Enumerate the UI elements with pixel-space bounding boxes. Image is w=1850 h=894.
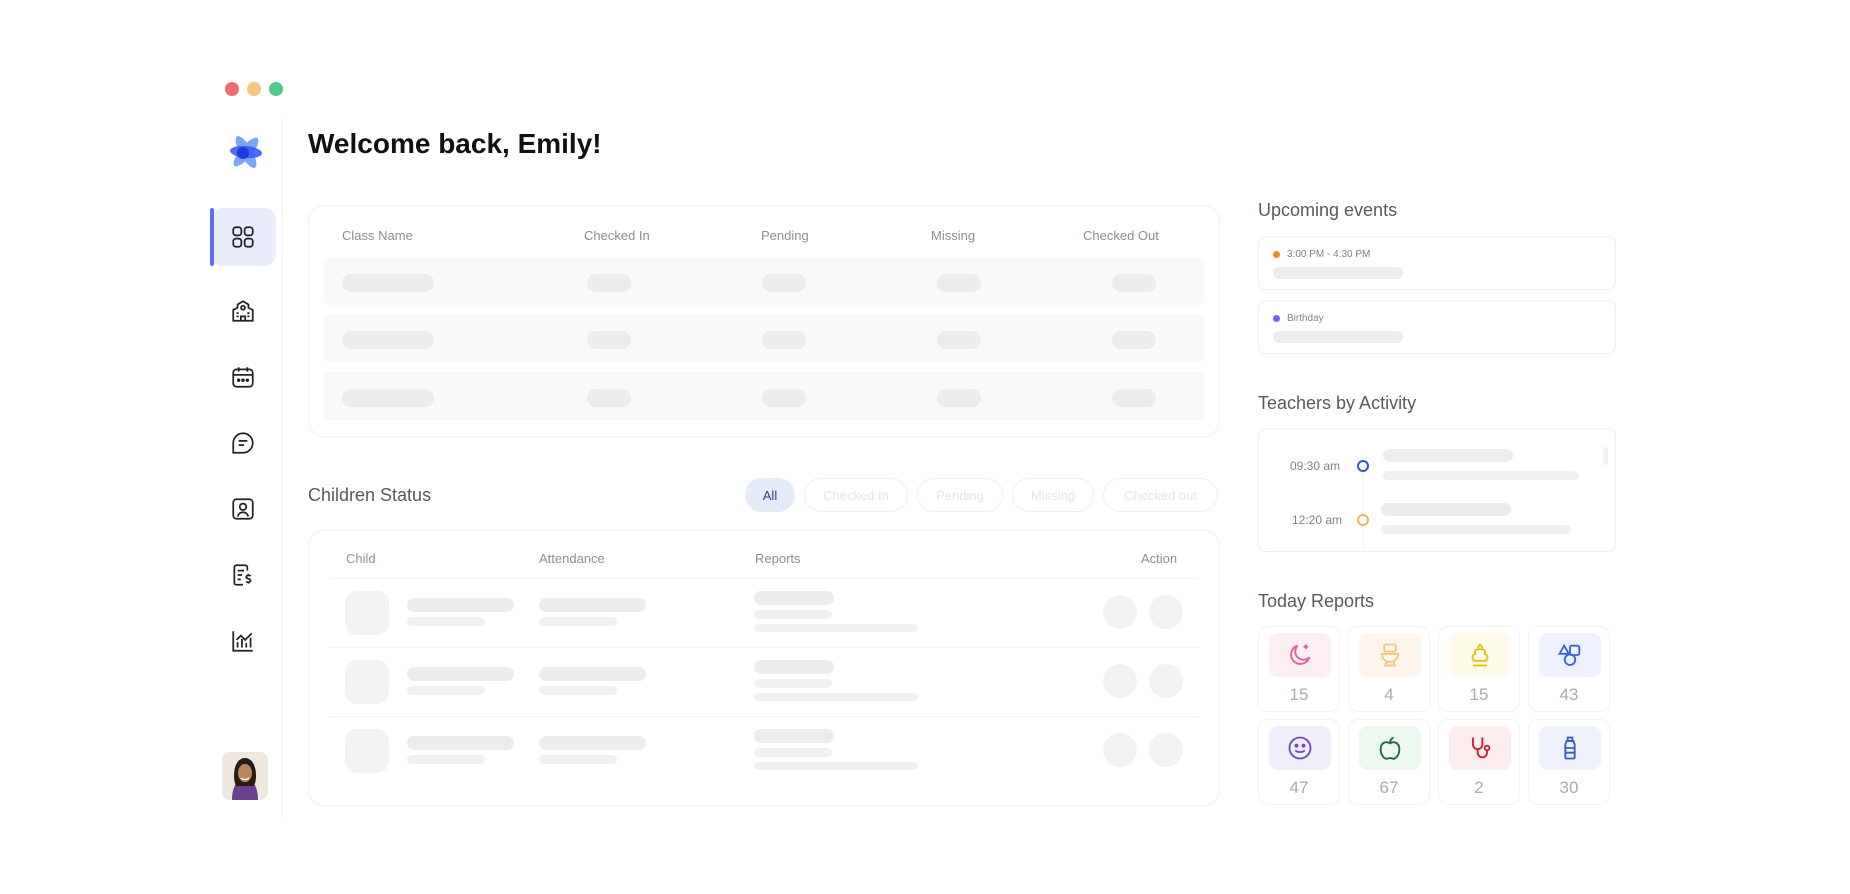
sidebar-item-dashboard[interactable] (210, 208, 276, 266)
table-row[interactable] (309, 717, 1219, 785)
report-tile-potty[interactable]: 15 (1438, 626, 1520, 712)
teachers-activity-timeline: 09:30 am 12:20 am (1258, 428, 1616, 552)
row-action-button[interactable] (1149, 733, 1183, 767)
teachers-activity-title: Teachers by Activity (1258, 393, 1417, 413)
event-name: Birthday (1287, 313, 1324, 324)
report-tile-meal[interactable]: 67 (1348, 719, 1430, 805)
event-time: 3:00 PM - 4:30 PM (1287, 249, 1371, 260)
page-title: Welcome back, Emily! (308, 128, 602, 159)
report-count: 15 (1289, 685, 1309, 704)
report-tile-mood[interactable]: 47 (1258, 719, 1340, 805)
column-header-checked-out: Checked Out (1083, 228, 1159, 243)
report-tile-bottle[interactable]: 30 (1528, 719, 1610, 805)
report-count: 43 (1559, 685, 1579, 704)
moon-sleep-icon (1290, 644, 1311, 665)
table-row[interactable] (324, 314, 1204, 362)
report-tile-activity[interactable]: 43 (1528, 626, 1610, 712)
stethoscope-health-icon (1472, 737, 1491, 759)
column-header-attendance: Attendance (539, 551, 605, 566)
table-row[interactable] (324, 257, 1204, 305)
event-card[interactable]: Birthday (1258, 300, 1616, 354)
school-building-icon (232, 300, 254, 322)
column-header-child: Child (346, 551, 376, 566)
billing-document-icon (233, 564, 252, 586)
report-count: 15 (1469, 685, 1489, 704)
event-status-dot (1273, 315, 1280, 322)
calendar-icon (232, 367, 254, 388)
table-row[interactable] (309, 648, 1219, 716)
event-status-dot (1273, 251, 1280, 258)
dashboard-grid-icon (232, 226, 254, 248)
sidebar-item-analytics[interactable] (210, 612, 276, 670)
upcoming-events-title: Upcoming events (1258, 200, 1398, 220)
sidebar-item-billing[interactable] (210, 546, 276, 604)
children-status-title: Children Status (308, 485, 432, 505)
activity-time: 09:30 am (1290, 459, 1341, 473)
report-count: 30 (1559, 778, 1579, 797)
activity-marker (1357, 460, 1369, 472)
sidebar-item-school[interactable] (210, 282, 276, 340)
event-card[interactable]: 3:00 PM - 4:30 PM (1258, 236, 1616, 290)
sidebar-active-indicator (210, 208, 214, 266)
sidebar-item-contacts[interactable] (210, 480, 276, 538)
table-row[interactable] (324, 372, 1204, 420)
report-count: 67 (1379, 778, 1399, 797)
row-action-button[interactable] (1103, 733, 1137, 767)
column-header-checked-in: Checked In (584, 228, 650, 243)
user-avatar[interactable] (222, 752, 268, 800)
window-close-button[interactable] (225, 82, 239, 96)
apple-meal-icon (1379, 736, 1401, 760)
report-count: 4 (1384, 685, 1394, 704)
column-header-reports: Reports (755, 551, 801, 566)
sidebar-divider (282, 118, 283, 818)
sidebar-item-calendar[interactable] (210, 348, 276, 406)
analytics-chart-icon (232, 631, 253, 652)
window-maximize-button[interactable] (269, 82, 283, 96)
report-count: 2 (1474, 778, 1484, 797)
report-tile-sleep[interactable]: 15 (1258, 626, 1340, 712)
filter-pending[interactable]: Pending (917, 478, 1003, 512)
activity-marker (1357, 514, 1369, 526)
filter-checked-out[interactable]: Checked out (1103, 478, 1218, 512)
filter-missing[interactable]: Missing (1012, 478, 1094, 512)
report-tile-toilet[interactable]: 4 (1348, 626, 1430, 712)
filter-checked-in[interactable]: Checked In (804, 478, 908, 512)
activity-time: 12:20 am (1292, 513, 1343, 527)
toilet-icon (1380, 643, 1400, 667)
report-tile-health[interactable]: 2 (1438, 719, 1520, 805)
chat-bubble-icon (232, 432, 254, 454)
petal-logo-icon[interactable] (224, 130, 268, 174)
contact-card-icon (232, 498, 254, 520)
report-count: 47 (1289, 778, 1309, 797)
column-header-class-name: Class Name (342, 228, 413, 243)
row-action-button[interactable] (1103, 664, 1137, 698)
today-reports-title: Today Reports (1258, 591, 1375, 611)
sidebar-item-messages[interactable] (210, 414, 276, 472)
row-action-button[interactable] (1103, 595, 1137, 629)
class-summary-table: Class Name Checked In Pending Missing Ch… (308, 205, 1220, 437)
bottle-icon (1564, 736, 1576, 760)
column-header-action: Action (1141, 551, 1178, 566)
table-row[interactable] (309, 579, 1219, 647)
row-action-button[interactable] (1149, 595, 1183, 629)
filter-all[interactable]: All (745, 478, 795, 512)
smiley-mood-icon (1288, 736, 1312, 760)
window-minimize-button[interactable] (247, 82, 261, 96)
row-action-button[interactable] (1149, 664, 1183, 698)
column-header-pending: Pending (761, 228, 809, 243)
column-header-missing: Missing (931, 228, 976, 243)
potty-icon (1471, 643, 1489, 667)
children-status-table: Child Attendance Reports Action (308, 530, 1220, 806)
scrollbar[interactable] (1603, 447, 1608, 465)
shapes-activity-icon (1557, 643, 1581, 666)
